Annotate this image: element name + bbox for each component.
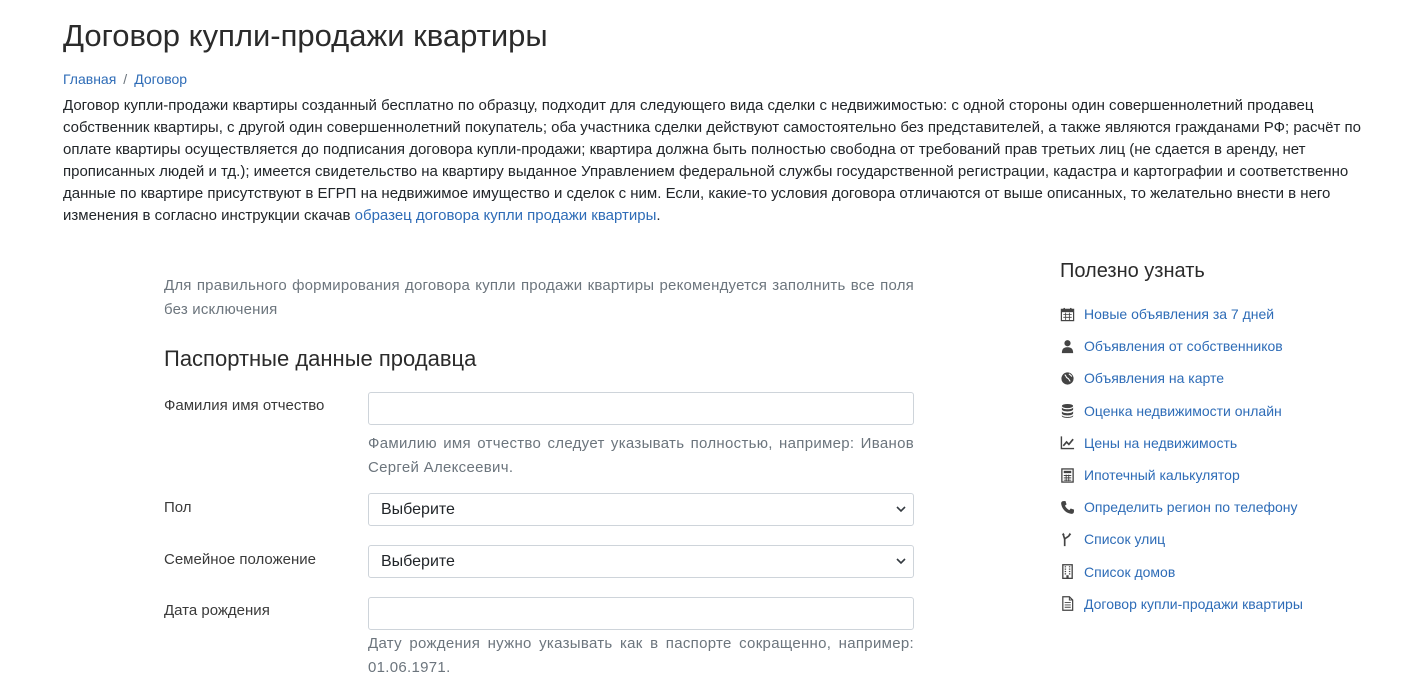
breadcrumb-separator: / xyxy=(123,71,128,87)
globe-icon xyxy=(1061,372,1074,385)
fio-help: Фамилию имя отчество следует указывать п… xyxy=(368,435,914,476)
phone-icon xyxy=(1061,500,1075,514)
sample-contract-link[interactable]: образец договора купли продажи квартиры xyxy=(355,207,657,224)
sidebar-item-prices: Цены на недвижимость xyxy=(1060,427,1303,459)
sidebar-item-valuation: Оценка недвижимости онлайн xyxy=(1060,395,1303,427)
document-icon xyxy=(1062,596,1074,612)
field-row-gender: Пол Выберите xyxy=(164,493,914,526)
fio-label: Фамилия имя отчество xyxy=(164,397,325,414)
birthdate-input[interactable] xyxy=(368,597,914,630)
contract-form: Для правильного формирования договора ку… xyxy=(164,274,914,676)
building-icon xyxy=(1062,564,1073,580)
breadcrumb-current-link[interactable]: Договор xyxy=(134,71,187,87)
sidebar-link-mortgage[interactable]: Ипотечный калькулятор xyxy=(1084,466,1240,484)
intro-text: Договор купли-продажи квартиры созданный… xyxy=(63,97,1362,224)
field-row-fio: Фамилия имя отчество Фамилию имя отчеств… xyxy=(164,392,914,482)
intro-tail: . xyxy=(656,207,661,224)
form-hint: Для правильного формирования договора ку… xyxy=(164,277,914,318)
sidebar-item-phone-region: Определить регион по телефону xyxy=(1060,491,1303,523)
road-fork-icon xyxy=(1061,532,1072,546)
sidebar-link-owners[interactable]: Объявления от собственников xyxy=(1084,337,1283,355)
marital-label: Семейное положение xyxy=(164,551,316,568)
gender-select-value: Выберите xyxy=(368,493,914,526)
database-icon xyxy=(1061,404,1074,418)
sidebar-link-map[interactable]: Объявления на карте xyxy=(1084,369,1224,387)
sidebar-link-valuation[interactable]: Оценка недвижимости онлайн xyxy=(1084,402,1282,420)
page-title: Договор купли-продажи квартиры xyxy=(63,18,548,53)
sidebar-item-contract: Договор купли-продажи квартиры xyxy=(1060,588,1303,620)
intro-paragraph: Договор купли-продажи квартиры созданный… xyxy=(63,95,1363,227)
calendar-icon xyxy=(1060,307,1075,321)
breadcrumb: Главная / Договор xyxy=(63,70,187,88)
fio-input[interactable] xyxy=(368,392,914,425)
birthdate-help: Дату рождения нужно указывать как в пасп… xyxy=(368,635,914,676)
sidebar-link-streets[interactable]: Список улиц xyxy=(1084,530,1165,548)
sidebar-list: Новые объявления за 7 дней Объявления от… xyxy=(1060,298,1303,620)
sidebar-item-streets: Список улиц xyxy=(1060,523,1303,555)
page: Договор купли-продажи квартиры Главная / Д… xyxy=(0,0,1421,689)
field-row-birthdate: Дата рождения Дату рождения нужно указыв… xyxy=(164,597,914,687)
sidebar-link-new-ads[interactable]: Новые объявления за 7 дней xyxy=(1084,305,1274,323)
breadcrumb-home-link[interactable]: Главная xyxy=(63,71,116,87)
chevron-down-icon xyxy=(896,558,906,565)
sidebar-item-mortgage: Ипотечный калькулятор xyxy=(1060,459,1303,491)
sidebar-item-new-ads: Новые объявления за 7 дней xyxy=(1060,298,1303,330)
section-title-seller-passport: Паспортные данные продавца xyxy=(164,346,477,371)
chevron-down-icon xyxy=(896,506,906,513)
gender-select[interactable]: Выберите xyxy=(368,493,914,526)
sidebar-item-map: Объявления на карте xyxy=(1060,362,1303,394)
gender-label: Пол xyxy=(164,499,192,516)
sidebar-link-houses[interactable]: Список домов xyxy=(1084,563,1175,581)
marital-select[interactable]: Выберите xyxy=(368,545,914,578)
calculator-icon xyxy=(1061,467,1074,483)
marital-select-value: Выберите xyxy=(368,545,914,578)
sidebar-item-houses: Список домов xyxy=(1060,556,1303,588)
sidebar-link-prices[interactable]: Цены на недвижимость xyxy=(1084,434,1237,452)
user-icon xyxy=(1061,339,1074,353)
sidebar-item-owners: Объявления от собственников xyxy=(1060,330,1303,362)
line-chart-icon xyxy=(1060,436,1075,450)
sidebar-link-phone-region[interactable]: Определить регион по телефону xyxy=(1084,498,1298,516)
sidebar-useful: Полезно узнать Новые объявления за 7 дне… xyxy=(1060,258,1400,612)
field-row-marital: Семейное положение Выберите xyxy=(164,545,914,578)
sidebar-title: Полезно узнать xyxy=(1060,260,1205,282)
sidebar-link-contract[interactable]: Договор купли-продажи квартиры xyxy=(1084,595,1303,613)
birthdate-label: Дата рождения xyxy=(164,602,270,619)
